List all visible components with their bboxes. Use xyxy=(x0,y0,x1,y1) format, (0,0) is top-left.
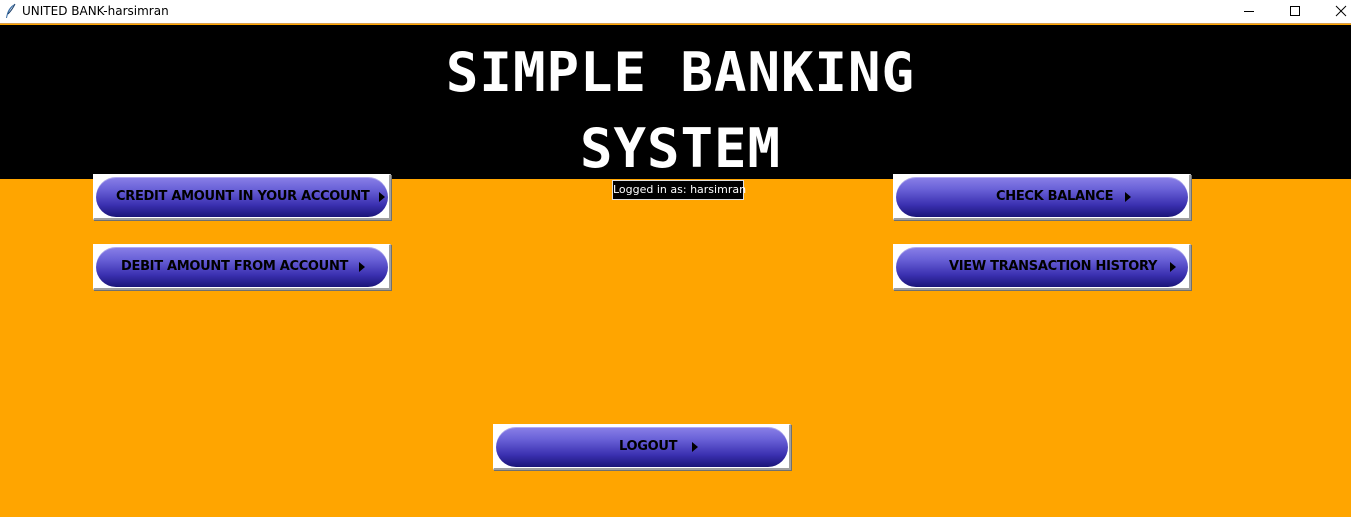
logout-label: LOGOUT xyxy=(619,439,678,454)
button-pill: CHECK BALANCE xyxy=(896,177,1188,217)
close-button[interactable] xyxy=(1318,0,1351,22)
button-pill: CREDIT AMOUNT IN YOUR ACCOUNT xyxy=(96,177,388,217)
header-banner: SIMPLE BANKING SYSTEM xyxy=(0,25,1351,180)
button-pill: VIEW TRANSACTION HISTORY xyxy=(896,247,1188,287)
arrow-right-icon xyxy=(359,262,365,272)
page-title: SIMPLE BANKING SYSTEM xyxy=(0,35,1351,187)
title-line-1: SIMPLE BANKING xyxy=(445,41,916,104)
arrow-right-icon xyxy=(1170,262,1176,272)
view-transaction-history-button[interactable]: VIEW TRANSACTION HISTORY xyxy=(893,244,1191,290)
minimize-icon xyxy=(1244,11,1254,12)
view-transaction-history-label: VIEW TRANSACTION HISTORY xyxy=(949,259,1158,274)
close-icon xyxy=(1335,5,1347,17)
window-title: UNITED BANK-harsimran xyxy=(22,4,169,18)
debit-amount-button[interactable]: DEBIT AMOUNT FROM ACCOUNT xyxy=(93,244,391,290)
window-titlebar: UNITED BANK-harsimran xyxy=(0,0,1351,24)
button-pill: LOGOUT xyxy=(496,427,788,467)
arrow-right-icon xyxy=(692,442,698,452)
minimize-button[interactable] xyxy=(1226,0,1272,22)
logged-in-status: Logged in as: harsimran xyxy=(612,180,746,200)
logout-button[interactable]: LOGOUT xyxy=(493,424,791,470)
arrow-right-icon xyxy=(379,192,385,202)
check-balance-label: CHECK BALANCE xyxy=(996,189,1114,204)
arrow-right-icon xyxy=(1125,192,1131,202)
maximize-icon xyxy=(1290,6,1300,16)
debit-amount-label: DEBIT AMOUNT FROM ACCOUNT xyxy=(121,259,349,274)
button-pill: DEBIT AMOUNT FROM ACCOUNT xyxy=(96,247,388,287)
feather-icon xyxy=(4,3,18,19)
check-balance-button[interactable]: CHECK BALANCE xyxy=(893,174,1191,220)
maximize-button[interactable] xyxy=(1272,0,1318,22)
credit-amount-button[interactable]: CREDIT AMOUNT IN YOUR ACCOUNT xyxy=(93,174,391,220)
credit-amount-label: CREDIT AMOUNT IN YOUR ACCOUNT xyxy=(116,189,370,204)
